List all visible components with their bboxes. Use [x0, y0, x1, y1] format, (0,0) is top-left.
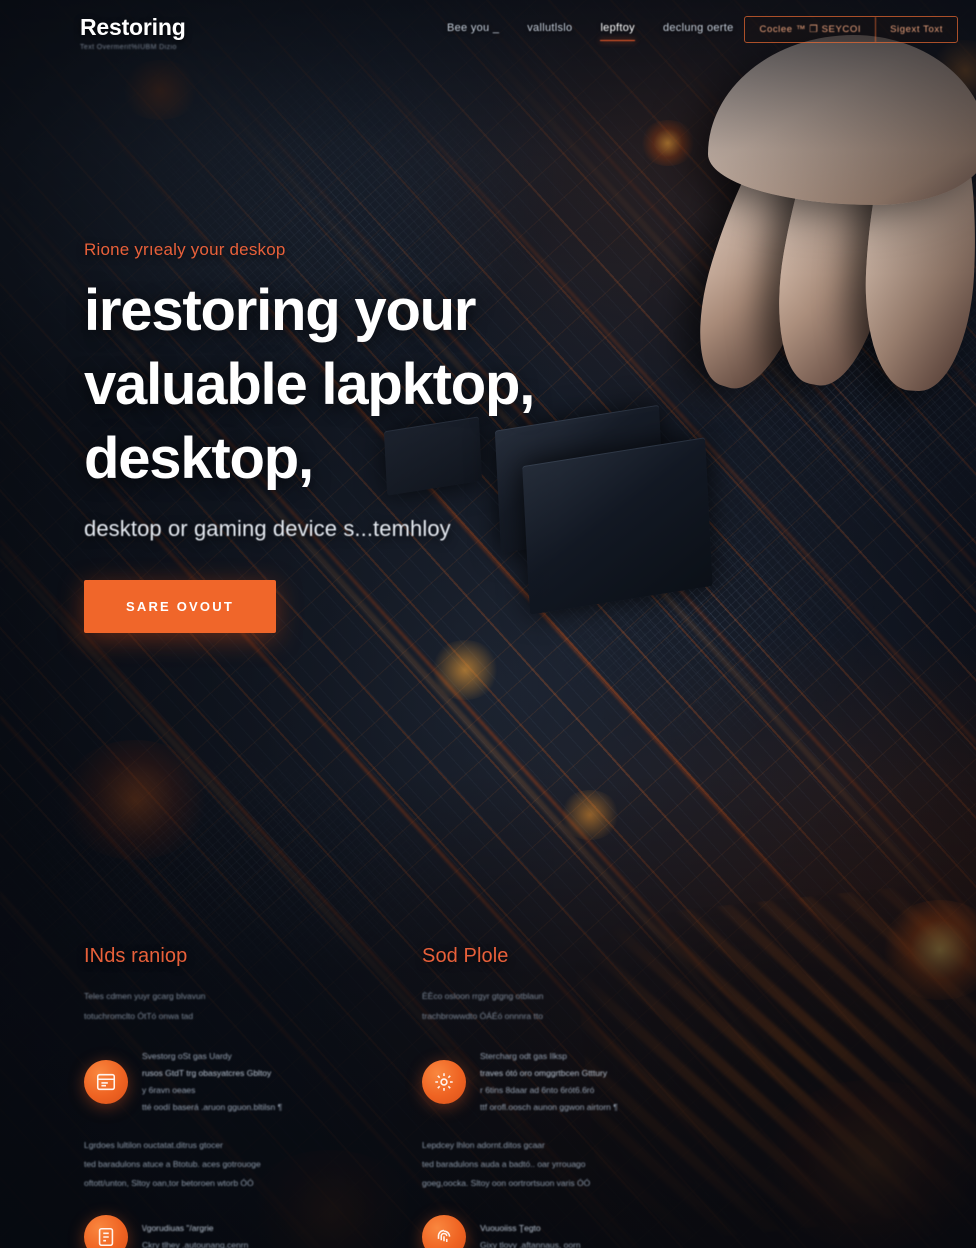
paragraph-line: ted baradulons atuce a Btotub. aces gotr… [84, 1159, 261, 1169]
document-list-icon [84, 1215, 128, 1248]
nav-item-1[interactable]: Bee you _ [447, 22, 499, 41]
paragraph-line: Lgrdoes lultilon ouctatat.ditrus gtocer [84, 1140, 223, 1150]
headline-line-3: desktop, [84, 426, 314, 491]
nav-item-2[interactable]: vallutlslo [527, 22, 572, 41]
nav-item-3-active[interactable]: lepftoy [600, 22, 635, 41]
feature-line: rusos GtdT trg obasyatcres Gbltoy [142, 1068, 272, 1078]
feature-column-blurb: ÈÈco osloon rrgyr gtgng otblaun trachbro… [422, 986, 702, 1026]
page-root: Restoring Text Overmerit%IUBM Dizio Bee … [0, 0, 976, 1248]
brand-tagline: Text Overmerit%IUBM Dizio [80, 44, 177, 51]
nav-item-4[interactable]: declung oerte [663, 22, 734, 41]
blurb-line: ÈÈco osloon rrgyr gtgng otblaun [422, 991, 544, 1001]
browser-window-icon [84, 1060, 128, 1104]
primary-navigation: Bee you _ vallutlslo lepftoy declung oer… [447, 22, 734, 41]
feature-column-title: Sod Plole [422, 945, 509, 967]
feature-line: ttf orofl.oosch aunon ggwon airtorn ¶ [480, 1102, 618, 1112]
blurb-line: Teles cdmen yuyr gcarg blvavun [84, 991, 206, 1001]
headline-line-2: valuable lapktop, [84, 352, 535, 417]
feature-line: Stercharg odt gas Ilksp [480, 1051, 567, 1061]
gear-icon [422, 1060, 466, 1104]
feature-line: tté oodí baserá .aruon gguon.bltilsn ¶ [142, 1102, 283, 1112]
feature-paragraph: Lgrdoes lultilon ouctatat.ditrus gtocer … [84, 1136, 364, 1193]
feature-line: y 6ravn oeaes [142, 1085, 196, 1095]
feature-footer-item[interactable]: Vuouoiiss Ţegto Gixy tlovy .aftannaus, o… [422, 1215, 702, 1248]
feature-paragraph: Lepdcey lhlon adornt.ditos gcaar ted bar… [422, 1136, 702, 1193]
feature-column-title: INds raniop [84, 945, 188, 967]
hero-cta-button[interactable]: SARE OVOUT [84, 580, 276, 633]
footer-line: \/gorudiuas "/argrie [142, 1223, 214, 1233]
fingerprint-icon [422, 1215, 466, 1248]
feature-item[interactable]: Stercharg odt gas Ilksp traves ótó oro o… [422, 1048, 702, 1116]
blurb-line: totuchromclto ÓtTó onwa tad [84, 1011, 194, 1021]
hero-headline: irestoring your valuable lapktop, deskto… [84, 274, 644, 496]
feature-footer-text: \/gorudiuas "/argrie Ckry tlhey .autouna… [142, 1220, 364, 1248]
site-header: Restoring Text Overmerit%IUBM Dizio Bee … [0, 0, 976, 62]
header-action-group: Coclee ™ ❒ SEYCOI Sigext Toxt [744, 16, 958, 43]
feature-item[interactable]: Svestorg oSt gas Uardy rusos GtdT trg ob… [84, 1048, 364, 1116]
footer-line: Ckry tlhey .autounang.cenrn [142, 1240, 249, 1248]
headline-line-1: irestoring your [84, 278, 476, 343]
paragraph-line: ted baradulons auda a badtó.. oar yrroua… [422, 1159, 586, 1169]
hero-section: Rione yrıealy your deskop irestoring you… [84, 240, 644, 633]
feature-line: r 6tins 8daar ad 6nto 6rót6.6ró [480, 1085, 595, 1095]
paragraph-line: goeg,oocka. Sltoy oon oortrortsuon varis… [422, 1178, 591, 1188]
footer-line: Vuouoiiss Ţegto [480, 1223, 541, 1233]
hero-eyebrow: Rione yrıealy your deskop [84, 240, 286, 259]
feature-column-left: INds raniop Teles cdmen yuyr gcarg blvav… [84, 945, 364, 1248]
blurb-line: trachbrowwdto ÓÁÉó onnnra tto [422, 1011, 543, 1021]
header-contact-button[interactable]: Coclee ™ ❒ SEYCOI [745, 17, 876, 42]
feature-item-text: Stercharg odt gas Ilksp traves ótó oro o… [480, 1048, 702, 1116]
header-signup-button[interactable]: Sigext Toxt [875, 17, 957, 42]
hero-subheading: desktop or gaming device s...temhloy [84, 516, 451, 541]
feature-line: Svestorg oSt gas Uardy [142, 1051, 232, 1061]
paragraph-line: Lepdcey lhlon adornt.ditos gcaar [422, 1140, 545, 1150]
feature-line: traves ótó oro omggrtbcen Gtttury [480, 1068, 608, 1078]
brand-logo[interactable]: Restoring Text Overmerit%IUBM Dizio [80, 14, 186, 51]
brand-name: Restoring [80, 14, 186, 40]
feature-column-blurb: Teles cdmen yuyr gcarg blvavun totuchrom… [84, 986, 364, 1026]
feature-column-right: Sod Plole ÈÈco osloon rrgyr gtgng otblau… [422, 945, 702, 1248]
feature-footer-item[interactable]: \/gorudiuas "/argrie Ckry tlhey .autouna… [84, 1215, 364, 1248]
feature-item-text: Svestorg oSt gas Uardy rusos GtdT trg ob… [142, 1048, 364, 1116]
paragraph-line: oftott/unton, Sltoy oan,tor betoroen wto… [84, 1178, 254, 1188]
feature-footer-text: Vuouoiiss Ţegto Gixy tlovy .aftannaus, o… [480, 1220, 702, 1248]
features-section: INds raniop Teles cdmen yuyr gcarg blvav… [84, 945, 704, 1248]
footer-line: Gixy tlovy .aftannaus, oorn [480, 1240, 581, 1248]
